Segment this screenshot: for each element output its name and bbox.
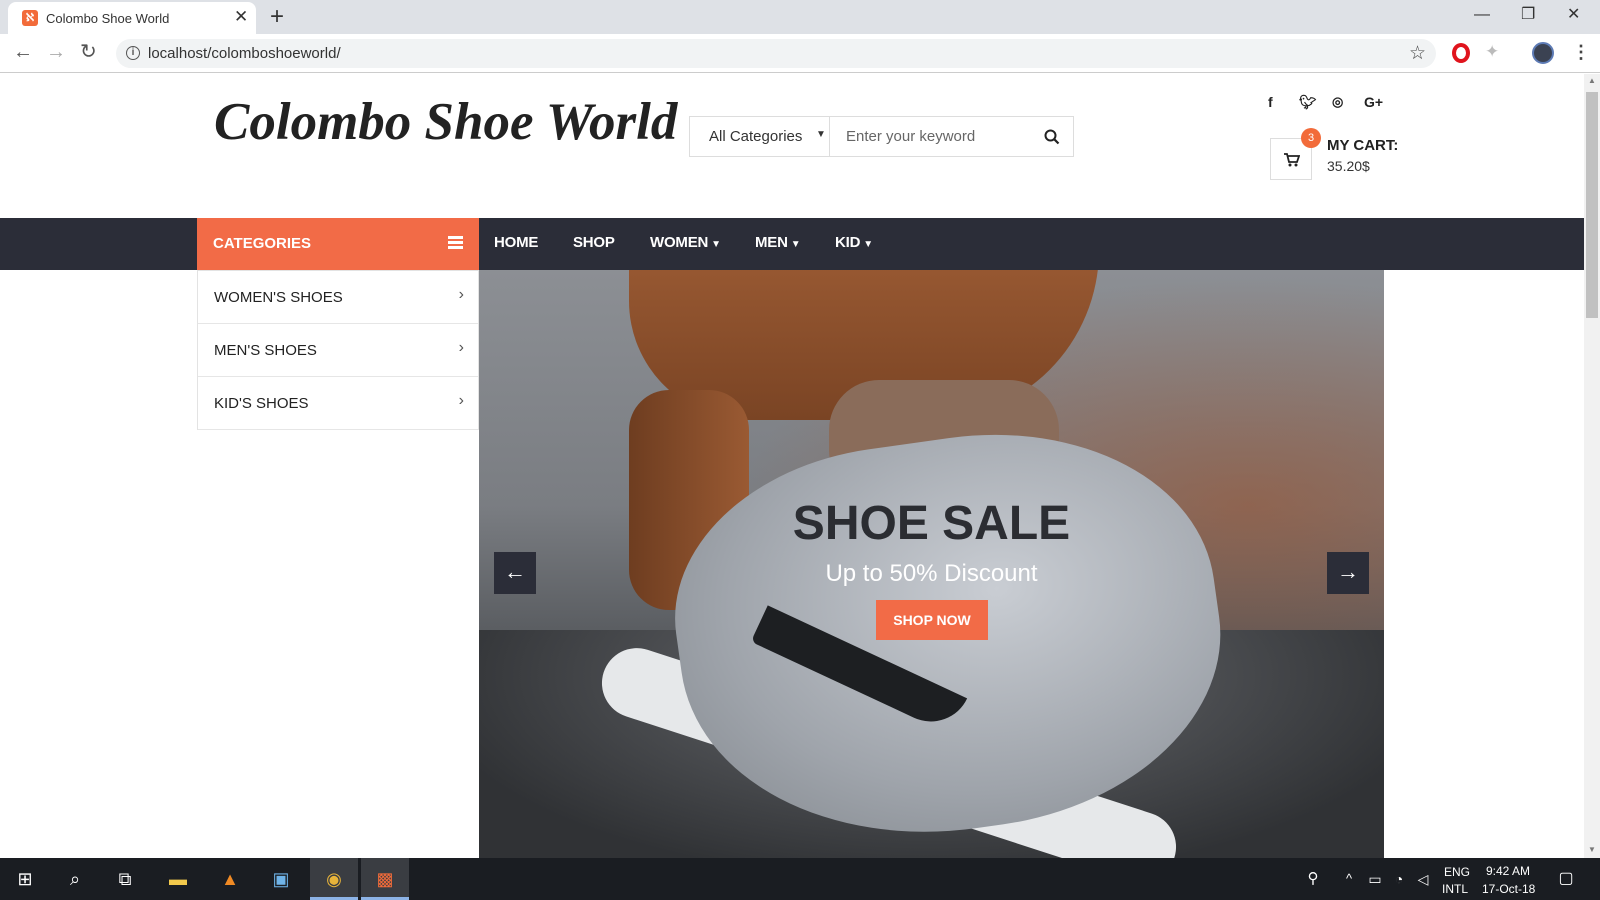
- chrome-icon: ◉: [326, 869, 342, 889]
- chevron-up-icon[interactable]: ^: [1336, 866, 1362, 892]
- scroll-thumb[interactable]: [1586, 92, 1598, 318]
- nav-kid-label: KID: [835, 234, 861, 251]
- tab-title: Colombo Shoe World: [46, 11, 170, 26]
- hero-title: SHOE SALE: [792, 497, 1071, 550]
- file-explorer-icon[interactable]: ▬: [165, 866, 191, 892]
- browser-menu-icon[interactable]: ⋮: [1572, 42, 1590, 63]
- windows-start-icon[interactable]: ⊞: [12, 866, 38, 892]
- cart-amount: 35.20$: [1327, 158, 1370, 174]
- cart-icon: [1284, 153, 1300, 167]
- control-panel-icon[interactable]: ▣: [268, 866, 294, 892]
- category-menu: WOMEN'S SHOES › MEN'S SHOES › KID'S SHOE…: [197, 270, 479, 430]
- facebook-icon[interactable]: f: [1268, 94, 1273, 110]
- nav-men[interactable]: MEN ▼: [755, 234, 801, 251]
- site-logo[interactable]: Colombo Shoe World: [214, 92, 677, 152]
- xampp-icon: ℵ: [22, 10, 38, 26]
- category-item-kid[interactable]: KID'S SHOES ›: [198, 377, 478, 430]
- vlc-icon[interactable]: ▲: [217, 866, 243, 892]
- cart-count-badge: 3: [1301, 128, 1321, 148]
- hero-subtitle: Up to 50% Discount: [825, 560, 1038, 587]
- back-arrow-icon[interactable]: ←: [13, 41, 33, 63]
- category-item-women[interactable]: WOMEN'S SHOES ›: [198, 271, 478, 324]
- chevron-right-icon: ›: [458, 339, 464, 356]
- caret-down-icon: ▼: [816, 129, 826, 140]
- search-icon[interactable]: ⌕: [62, 866, 88, 892]
- search-button[interactable]: [1030, 117, 1074, 156]
- nav-shop-label: SHOP: [573, 234, 615, 251]
- nav-home[interactable]: HOME: [494, 234, 538, 251]
- minimize-icon[interactable]: —: [1474, 5, 1490, 25]
- categories-toggle[interactable]: CATEGORIES: [197, 218, 479, 270]
- clock-date[interactable]: 17-Oct-18: [1482, 882, 1535, 896]
- caret-down-icon: ▼: [711, 239, 721, 250]
- arrow-left-icon: ←: [504, 559, 526, 584]
- extension-icon[interactable]: ✦: [1485, 42, 1499, 62]
- nav-shop[interactable]: SHOP: [573, 234, 615, 251]
- notification-icon[interactable]: ▢: [1553, 866, 1579, 892]
- scroll-up-icon[interactable]: ▲: [1588, 76, 1596, 85]
- cart-label[interactable]: MY CART:: [1327, 137, 1398, 154]
- caret-down-icon: ▼: [790, 239, 801, 250]
- reload-icon[interactable]: ↻: [80, 41, 97, 63]
- shop-now-button[interactable]: SHOP NOW: [876, 600, 988, 640]
- scroll-down-icon[interactable]: ▼: [1588, 845, 1596, 854]
- google-plus-icon[interactable]: G+: [1364, 94, 1383, 110]
- people-icon[interactable]: ⚲: [1300, 866, 1326, 892]
- hero-slider: SHOE SALE Up to 50% Discount SHOP NOW ← …: [479, 270, 1384, 858]
- address-bar[interactable]: i localhost/colomboshoeworld/ ☆: [116, 39, 1436, 68]
- instagram-icon[interactable]: ◎: [1332, 94, 1343, 110]
- category-item-men[interactable]: MEN'S SHOES ›: [198, 324, 478, 377]
- nav-home-label: HOME: [494, 234, 539, 251]
- task-view-icon[interactable]: ⧉: [112, 866, 138, 892]
- profile-avatar[interactable]: [1532, 42, 1554, 64]
- windows-taskbar: ⊞ ⌕ ⧉ ▬ ▲ ▣ ◉ ▩ ⚲ ^ ▭ ◔ ◁ ENG INTL 9:42 …: [0, 858, 1600, 900]
- url-text[interactable]: localhost/colomboshoeworld/: [148, 45, 341, 62]
- category-select-value: All Categories: [709, 128, 802, 145]
- restore-icon[interactable]: ❐: [1521, 5, 1535, 25]
- volume-icon[interactable]: ◁: [1410, 866, 1436, 892]
- main-navbar: CATEGORIES HOME SHOP WOMEN ▼ MEN ▼ KID ▼: [0, 218, 1584, 270]
- nav-kid[interactable]: KID ▼: [835, 234, 873, 251]
- search-icon: [1044, 129, 1060, 145]
- category-item-label: WOMEN'S SHOES: [214, 289, 343, 306]
- language-bottom[interactable]: INTL: [1442, 882, 1468, 896]
- close-window-icon[interactable]: ✕: [1567, 5, 1580, 25]
- browser-tab-bar: ℵ Colombo Shoe World ✕ + — ❐ ✕: [0, 0, 1600, 34]
- info-icon[interactable]: i: [126, 46, 140, 60]
- taskbar-xampp-active[interactable]: ▩: [361, 858, 409, 900]
- category-item-label: MEN'S SHOES: [214, 342, 317, 359]
- page-scrollbar[interactable]: ▲ ▼: [1584, 74, 1600, 858]
- categories-label: CATEGORIES: [213, 235, 312, 252]
- category-item-label: KID'S SHOES: [214, 395, 309, 412]
- chevron-right-icon: ›: [458, 392, 464, 409]
- bookmark-star-icon[interactable]: ☆: [1409, 42, 1426, 65]
- forward-arrow-icon[interactable]: →: [46, 41, 66, 63]
- browser-tab[interactable]: ℵ Colombo Shoe World ✕: [8, 2, 256, 34]
- nav-men-label: MEN: [755, 234, 788, 251]
- caret-down-icon: ▼: [863, 239, 873, 250]
- search-bar: All Categories ▼: [689, 116, 1074, 157]
- slider-prev-button[interactable]: ←: [494, 552, 536, 594]
- language-top[interactable]: ENG: [1444, 865, 1470, 879]
- clock-time[interactable]: 9:42 AM: [1486, 864, 1530, 878]
- nav-women[interactable]: WOMEN ▼: [650, 234, 721, 251]
- list-icon: [448, 236, 463, 249]
- opera-extension-icon[interactable]: [1452, 43, 1470, 63]
- search-input[interactable]: [830, 117, 1030, 156]
- close-icon[interactable]: ✕: [234, 8, 248, 26]
- nav-women-label: WOMEN: [650, 234, 709, 251]
- slider-next-button[interactable]: →: [1327, 552, 1369, 594]
- category-select[interactable]: All Categories ▼: [690, 117, 830, 156]
- arrow-right-icon: →: [1337, 559, 1359, 584]
- new-tab-icon[interactable]: +: [270, 3, 284, 31]
- chevron-right-icon: ›: [458, 286, 464, 303]
- battery-icon[interactable]: ▭: [1362, 866, 1388, 892]
- twitter-icon[interactable]: 🐦︎: [1299, 94, 1317, 111]
- browser-toolbar: ← → ↻ i localhost/colomboshoeworld/ ☆ ✦ …: [0, 34, 1600, 73]
- xampp-icon: ▩: [376, 869, 394, 889]
- wifi-icon[interactable]: ◔: [1386, 866, 1412, 892]
- taskbar-chrome-active[interactable]: ◉: [310, 858, 358, 900]
- web-page: Colombo Shoe World All Categories ▼ f 🐦︎…: [0, 74, 1584, 858]
